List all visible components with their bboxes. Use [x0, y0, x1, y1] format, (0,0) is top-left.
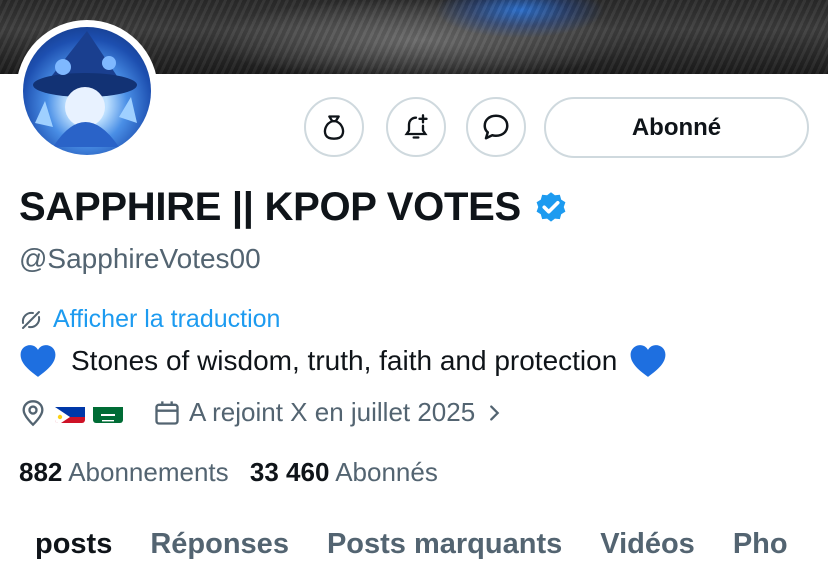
message-button[interactable]: [466, 97, 526, 157]
translate-icon: [21, 310, 41, 329]
bell-plus-icon: [404, 114, 428, 139]
calendar-icon: [155, 400, 179, 425]
join-date-text: A rejoint X en juillet 2025: [189, 397, 476, 427]
profile-tabs: posts Réponses Posts marquants Vidéos Ph…: [0, 528, 828, 581]
philippines-flag-icon: [55, 403, 85, 423]
display-name: SAPPHIRE || KPOP VOTES: [19, 185, 521, 229]
tab-posts[interactable]: posts: [35, 528, 112, 581]
avatar[interactable]: [16, 20, 158, 162]
followers-stat[interactable]: 33 460 Abonnés: [250, 457, 438, 487]
show-translation-link[interactable]: Afficher la traduction: [19, 305, 280, 334]
following-label: Abonnements: [68, 457, 229, 487]
following-stat[interactable]: 882 Abonnements: [19, 457, 236, 487]
following-count: 882: [19, 457, 63, 487]
followers-count: 33 460: [249, 457, 330, 487]
tab-replies[interactable]: Réponses: [150, 528, 289, 581]
money-bag-icon: [323, 115, 345, 140]
chevron-right-icon: [490, 404, 500, 421]
avatar-image: [23, 27, 151, 155]
profile-meta: A rejoint X en juillet 2025: [19, 397, 513, 428]
follow-stats: 882 Abonnements 33 460 Abonnés: [19, 457, 438, 488]
notifications-button[interactable]: [386, 97, 446, 157]
message-icon: [483, 114, 509, 140]
name-row: SAPPHIRE || KPOP VOTES: [19, 185, 569, 230]
blue-heart-icon: [630, 345, 666, 377]
bio-text: Stones of wisdom, truth, faith and prote…: [71, 345, 618, 376]
bio: Stones of wisdom, truth, faith and prote…: [19, 343, 667, 379]
location-icon: [22, 399, 44, 426]
tip-button[interactable]: [304, 97, 364, 157]
blue-heart-icon: [20, 345, 56, 377]
handle: @SapphireVotes00: [19, 243, 261, 274]
followers-label: Abonnés: [335, 457, 438, 487]
following-button[interactable]: Abonné: [544, 97, 809, 158]
tab-photos[interactable]: Pho: [733, 528, 788, 581]
show-translation-label: Afficher la traduction: [53, 305, 281, 333]
verified-badge-icon[interactable]: [533, 190, 569, 226]
tab-videos[interactable]: Vidéos: [600, 528, 695, 581]
saudi-arabia-flag-icon: [93, 403, 123, 423]
join-date[interactable]: A rejoint X en juillet 2025: [153, 397, 513, 428]
tab-highlights[interactable]: Posts marquants: [327, 528, 562, 581]
